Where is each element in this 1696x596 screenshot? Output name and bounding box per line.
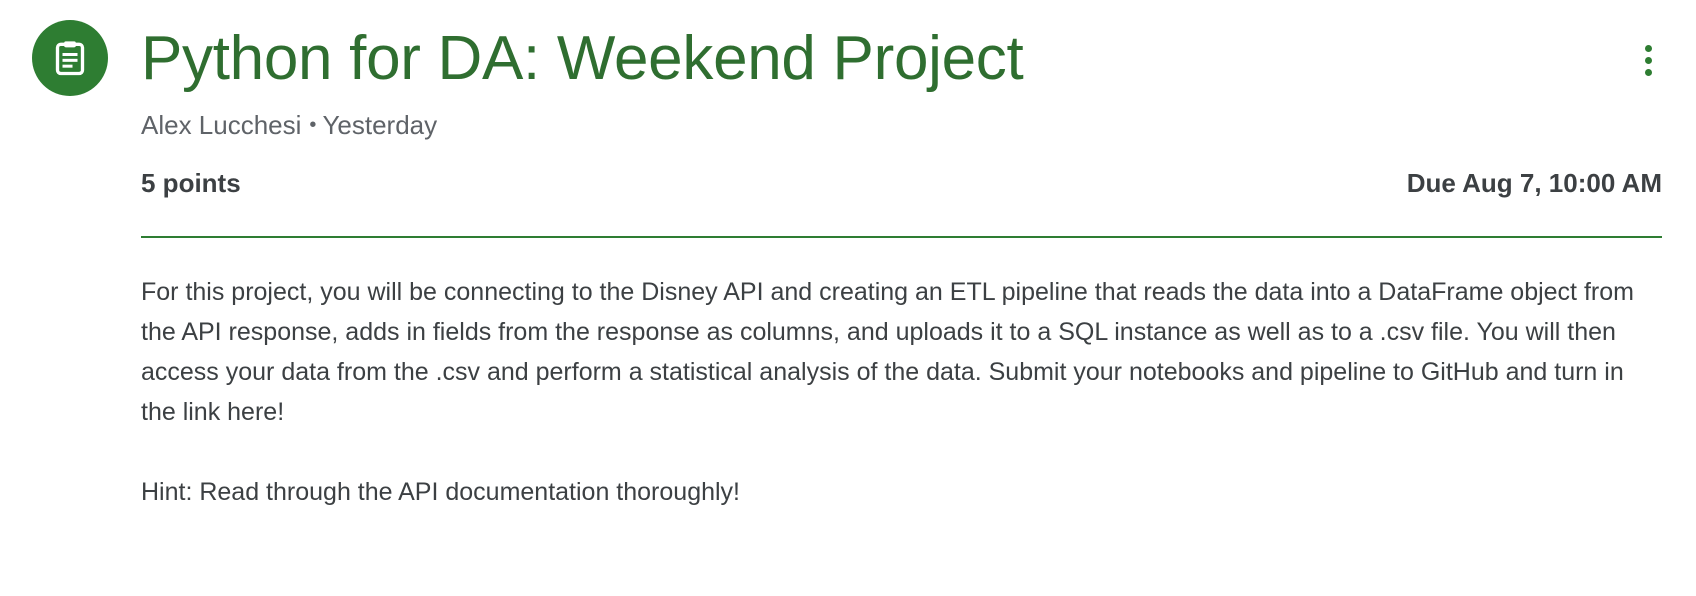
assignment-header: Python for DA: Weekend Project <box>141 14 1662 104</box>
assignment-page: Python for DA: Weekend Project Alex Lucc… <box>0 0 1696 596</box>
description-paragraph: For this project, you will be connecting… <box>141 278 1634 426</box>
assignment-title: Python for DA: Weekend Project <box>141 24 1024 93</box>
posted-time: Yesterday <box>322 110 438 140</box>
meta-separator: • <box>309 114 317 136</box>
more-options-button[interactable] <box>1624 30 1672 90</box>
clipboard-icon <box>55 41 85 76</box>
author-name: Alex Lucchesi <box>141 110 302 140</box>
due-date-label: Due Aug 7, 10:00 AM <box>1406 168 1662 198</box>
assignment-description: For this project, you will be connecting… <box>141 272 1662 512</box>
description-hint: Hint: Read through the API documentation… <box>141 478 740 506</box>
more-vertical-icon-dot <box>1644 68 1652 76</box>
assignment-clipboard-icon <box>32 20 108 96</box>
more-vertical-icon <box>1644 44 1652 52</box>
assignment-meta: Alex Lucchesi • Yesterday <box>141 110 437 141</box>
more-vertical-icon-dot <box>1644 56 1652 64</box>
points-label: 5 points <box>141 168 241 198</box>
header-divider <box>141 236 1662 238</box>
